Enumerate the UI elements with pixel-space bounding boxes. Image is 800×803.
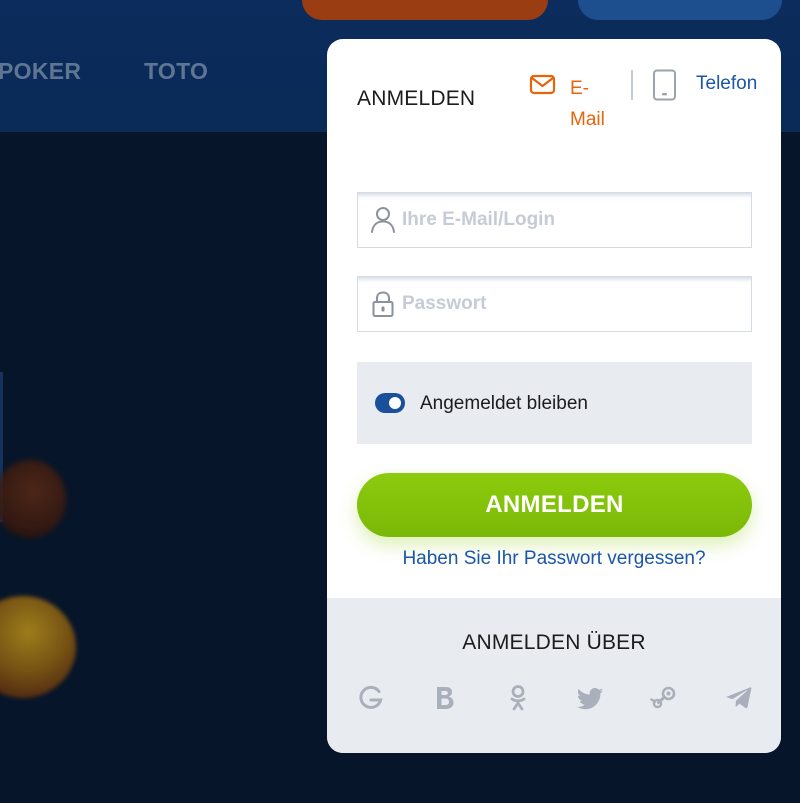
steam-glyph xyxy=(650,686,676,709)
lock-icon xyxy=(372,291,394,317)
mail-icon xyxy=(529,74,556,95)
password-input[interactable] xyxy=(402,289,742,319)
remember-me-toggle[interactable] xyxy=(375,393,405,413)
tab-phone-label: Telefon xyxy=(696,73,758,94)
login-input[interactable] xyxy=(402,205,742,235)
user-icon xyxy=(371,207,395,233)
phone-icon xyxy=(653,69,676,101)
login-field[interactable] xyxy=(357,192,752,248)
remember-me-label: Angemeldet bleiben xyxy=(420,393,588,414)
register-button[interactable] xyxy=(302,0,548,20)
social-login-section: ANMELDEN ÜBER xyxy=(327,598,781,753)
google-glyph xyxy=(359,685,383,709)
login-button[interactable] xyxy=(578,0,782,20)
toggle-knob xyxy=(389,397,401,409)
remember-me-section: Angemeldet bleiben xyxy=(357,362,752,444)
b-icon[interactable] xyxy=(431,683,459,713)
social-login-row xyxy=(357,683,757,717)
nav-item-toto[interactable]: TOTO xyxy=(144,58,208,85)
tab-email[interactable]: E-Mail xyxy=(529,73,625,130)
b-glyph xyxy=(437,687,454,709)
modal-title: ANMELDEN xyxy=(357,87,476,110)
google-icon[interactable] xyxy=(357,683,385,713)
telegram-icon[interactable] xyxy=(724,683,752,713)
submit-login-button[interactable]: ANMELDEN xyxy=(357,473,752,537)
tab-divider xyxy=(631,70,633,100)
steam-icon[interactable] xyxy=(650,683,678,713)
odnoklassniki-glyph xyxy=(510,685,526,711)
login-modal: ANMELDEN E-Mail Telefon Ihre E-Mail/Logi… xyxy=(327,39,781,753)
social-login-title: ANMELDEN ÜBER xyxy=(462,631,646,654)
tab-email-label: E-Mail xyxy=(570,78,605,130)
twitter-icon[interactable] xyxy=(576,683,604,713)
twitter-glyph xyxy=(577,688,603,710)
tab-phone[interactable]: Telefon xyxy=(651,69,775,103)
forgot-password-link[interactable]: Haben Sie Ihr Passwort vergessen? xyxy=(327,548,781,570)
telegram-glyph xyxy=(725,687,752,709)
odnoklassniki-icon[interactable] xyxy=(504,683,532,713)
nav-item-poker[interactable]: POKER xyxy=(0,58,81,85)
password-field[interactable] xyxy=(357,276,752,332)
